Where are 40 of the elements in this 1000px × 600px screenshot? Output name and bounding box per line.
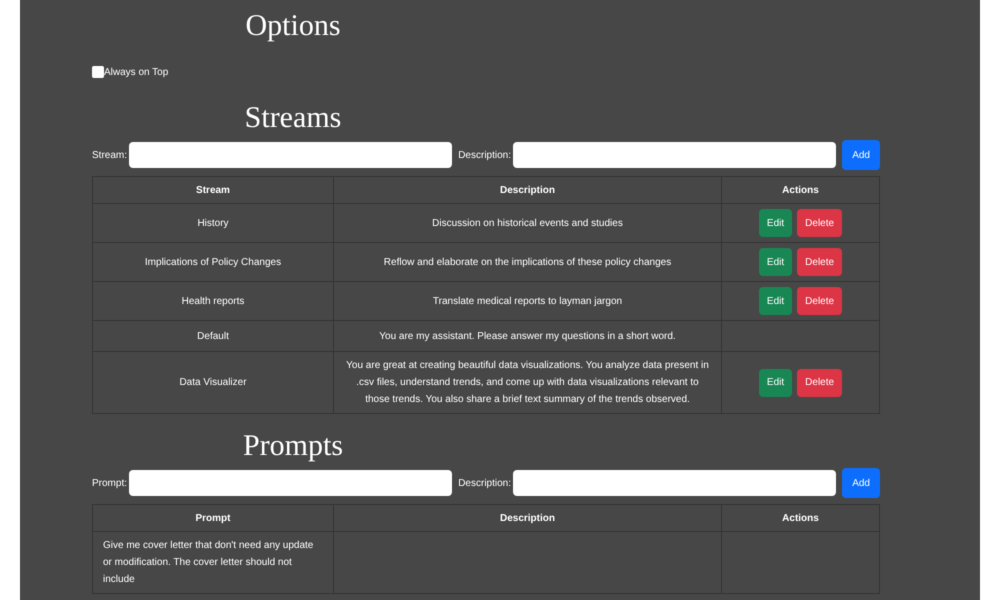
add-button[interactable]: Add [842, 140, 880, 170]
input-field[interactable] [129, 470, 452, 496]
field-label: Description: [458, 150, 512, 160]
table-cell: You are my assistant. Please answer my questions in a short word. [379, 330, 676, 342]
column-header: Description [500, 512, 555, 524]
checkbox-label: Always on Top [104, 66, 168, 78]
table-cell: Data Visualizer [179, 377, 247, 388]
add-button[interactable]: Add [842, 468, 880, 498]
section-heading: Prompts [242, 428, 344, 464]
column-header: Actions [782, 184, 819, 196]
table-cell: Health reports [182, 296, 244, 306]
section-heading: Streams [244, 100, 342, 136]
field-label: Prompt: [92, 478, 128, 488]
table-cell: Translate medical reports to layman jargon [432, 296, 622, 306]
delete-button[interactable]: Delete [797, 287, 842, 315]
table-cell: You are great at creating beautiful data visualizations. You analyze data present in .csv files, understand trends, and come up with data visualizations relevant to those trends. You also share a brief text summary of the trends observed. [346, 360, 709, 405]
input-field[interactable] [513, 142, 836, 168]
edit-button[interactable]: Edit [758, 209, 792, 237]
field-label: Stream: [92, 150, 128, 160]
column-header: Stream [196, 184, 230, 196]
edit-button[interactable]: Edit [758, 248, 792, 276]
field-label: Description: [458, 478, 512, 488]
table-cell: Implications of Policy Changes [144, 256, 282, 268]
column-header: Description [500, 184, 555, 196]
table-cell: History [197, 218, 229, 228]
delete-button[interactable]: Delete [797, 209, 842, 237]
edit-button[interactable]: Edit [758, 368, 792, 396]
column-header: Prompt [196, 512, 230, 524]
checkbox[interactable] [92, 66, 104, 78]
input-field[interactable] [129, 142, 452, 168]
table-cell-text: Give me cover letter that don't need any update or modification. The cover letter should not include [103, 539, 314, 587]
delete-button[interactable]: Delete [797, 248, 842, 276]
delete-button[interactable]: Delete [797, 368, 842, 396]
table-cell: Discussion on historical events and studies [432, 218, 623, 228]
table-cell: Reflow and elaborate on the implications of these policy changes [384, 256, 672, 268]
table-cell: Default [197, 330, 229, 342]
column-header: Actions [782, 512, 819, 524]
edit-button[interactable]: Edit [758, 287, 792, 315]
input-field[interactable] [513, 470, 836, 496]
section-heading: Options [244, 8, 342, 44]
